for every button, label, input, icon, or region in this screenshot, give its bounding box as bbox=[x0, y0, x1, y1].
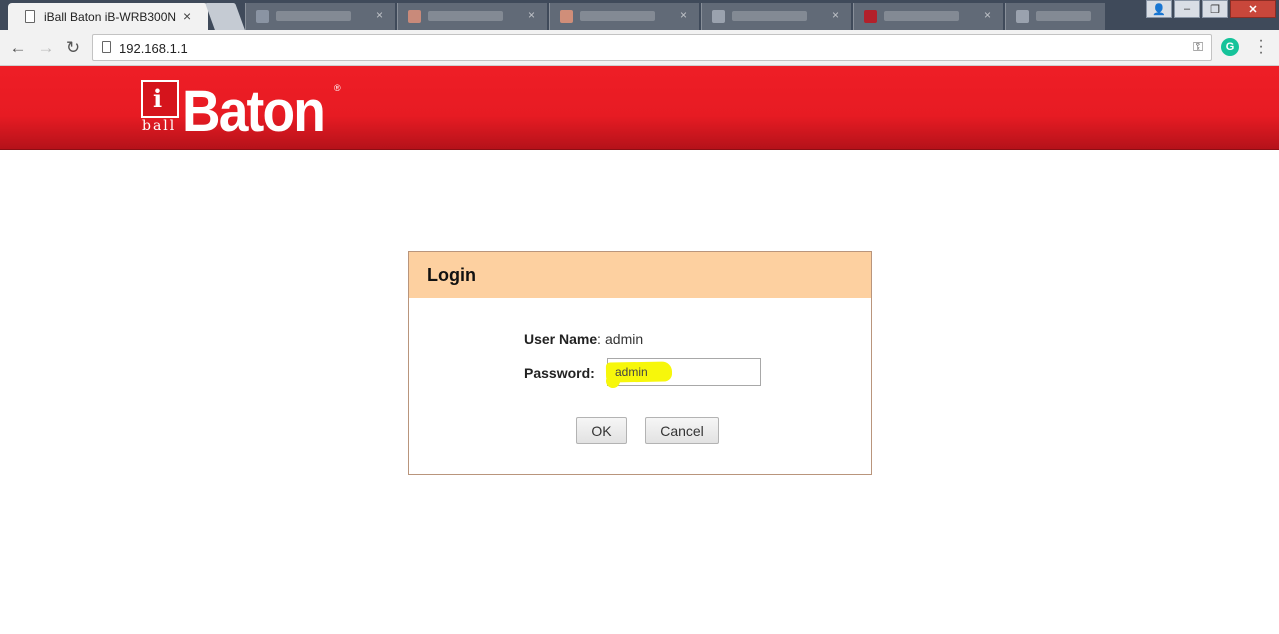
close-icon[interactable]: × bbox=[376, 8, 383, 22]
logo-brand-text: Baton bbox=[182, 79, 326, 144]
page-icon bbox=[102, 41, 111, 53]
username-label: User Name bbox=[524, 331, 598, 347]
favicon-icon bbox=[1016, 10, 1029, 23]
close-icon[interactable]: × bbox=[528, 8, 535, 22]
tab-title-blurred bbox=[580, 11, 655, 21]
router-header-banner: i ball Baton ® bbox=[0, 66, 1279, 150]
browser-toolbar: ← → ↻ 192.168.1.1 ⚿ G · · · bbox=[0, 30, 1279, 66]
logo-i-box: i bbox=[141, 80, 179, 118]
favicon-icon bbox=[560, 10, 573, 23]
tab-title-blurred bbox=[428, 11, 503, 21]
new-tab-button[interactable] bbox=[205, 3, 245, 30]
password-label: Password: bbox=[524, 365, 595, 381]
menu-kebab-icon[interactable]: · · · bbox=[1257, 33, 1265, 61]
forward-arrow-icon[interactable]: → bbox=[36, 38, 56, 58]
back-arrow-icon[interactable]: ← bbox=[8, 38, 28, 58]
close-icon[interactable]: × bbox=[680, 8, 687, 22]
logo-ball-text: ball bbox=[142, 118, 177, 134]
tab-title-blurred bbox=[276, 11, 351, 21]
login-panel: Login User Name : admin Password: admin … bbox=[408, 251, 872, 475]
background-tab[interactable]: × bbox=[397, 3, 547, 30]
address-text: 192.168.1.1 bbox=[119, 41, 188, 56]
reload-icon[interactable]: ↻ bbox=[63, 38, 83, 58]
username-separator: : bbox=[597, 331, 601, 347]
tab-title: iBall Baton iB-WRB300N bbox=[44, 10, 177, 24]
login-title: Login bbox=[427, 265, 476, 285]
favicon-icon bbox=[864, 10, 877, 23]
page-icon bbox=[25, 10, 35, 23]
password-value: admin bbox=[615, 365, 648, 379]
restore-button[interactable]: ❐ bbox=[1202, 0, 1228, 18]
close-icon[interactable]: × bbox=[183, 8, 191, 24]
favicon-icon bbox=[712, 10, 725, 23]
favicon-icon bbox=[408, 10, 421, 23]
close-icon[interactable]: × bbox=[984, 8, 991, 22]
background-tab[interactable]: × bbox=[245, 3, 395, 30]
login-panel-header: Login bbox=[409, 252, 871, 298]
key-icon[interactable]: ⚿ bbox=[1193, 39, 1203, 55]
minimize-button[interactable]: – bbox=[1174, 0, 1200, 18]
tab-title-blurred bbox=[884, 11, 959, 21]
background-tab[interactable]: × bbox=[701, 3, 851, 30]
user-icon[interactable]: 👤 bbox=[1146, 0, 1172, 18]
cancel-button[interactable]: Cancel bbox=[645, 417, 719, 444]
registered-mark: ® bbox=[334, 83, 341, 93]
background-tab[interactable]: × bbox=[853, 3, 1003, 30]
grammarly-extension-icon[interactable]: G bbox=[1221, 38, 1239, 56]
ok-button[interactable]: OK bbox=[576, 417, 627, 444]
close-window-button[interactable]: ✕ bbox=[1230, 0, 1276, 18]
tab-title-blurred bbox=[1036, 11, 1091, 21]
address-bar[interactable]: 192.168.1.1 ⚿ bbox=[92, 34, 1212, 61]
browser-tab-strip: iBall Baton iB-WRB300N × × × × × × 👤 – ❐… bbox=[0, 0, 1279, 30]
favicon-icon bbox=[256, 10, 269, 23]
username-value: admin bbox=[605, 331, 644, 347]
tab-active[interactable]: iBall Baton iB-WRB300N × bbox=[8, 3, 208, 30]
background-tab[interactable]: × bbox=[549, 3, 699, 30]
tab-title-blurred bbox=[732, 11, 807, 21]
background-tab[interactable] bbox=[1005, 3, 1105, 30]
close-icon[interactable]: × bbox=[832, 8, 839, 22]
